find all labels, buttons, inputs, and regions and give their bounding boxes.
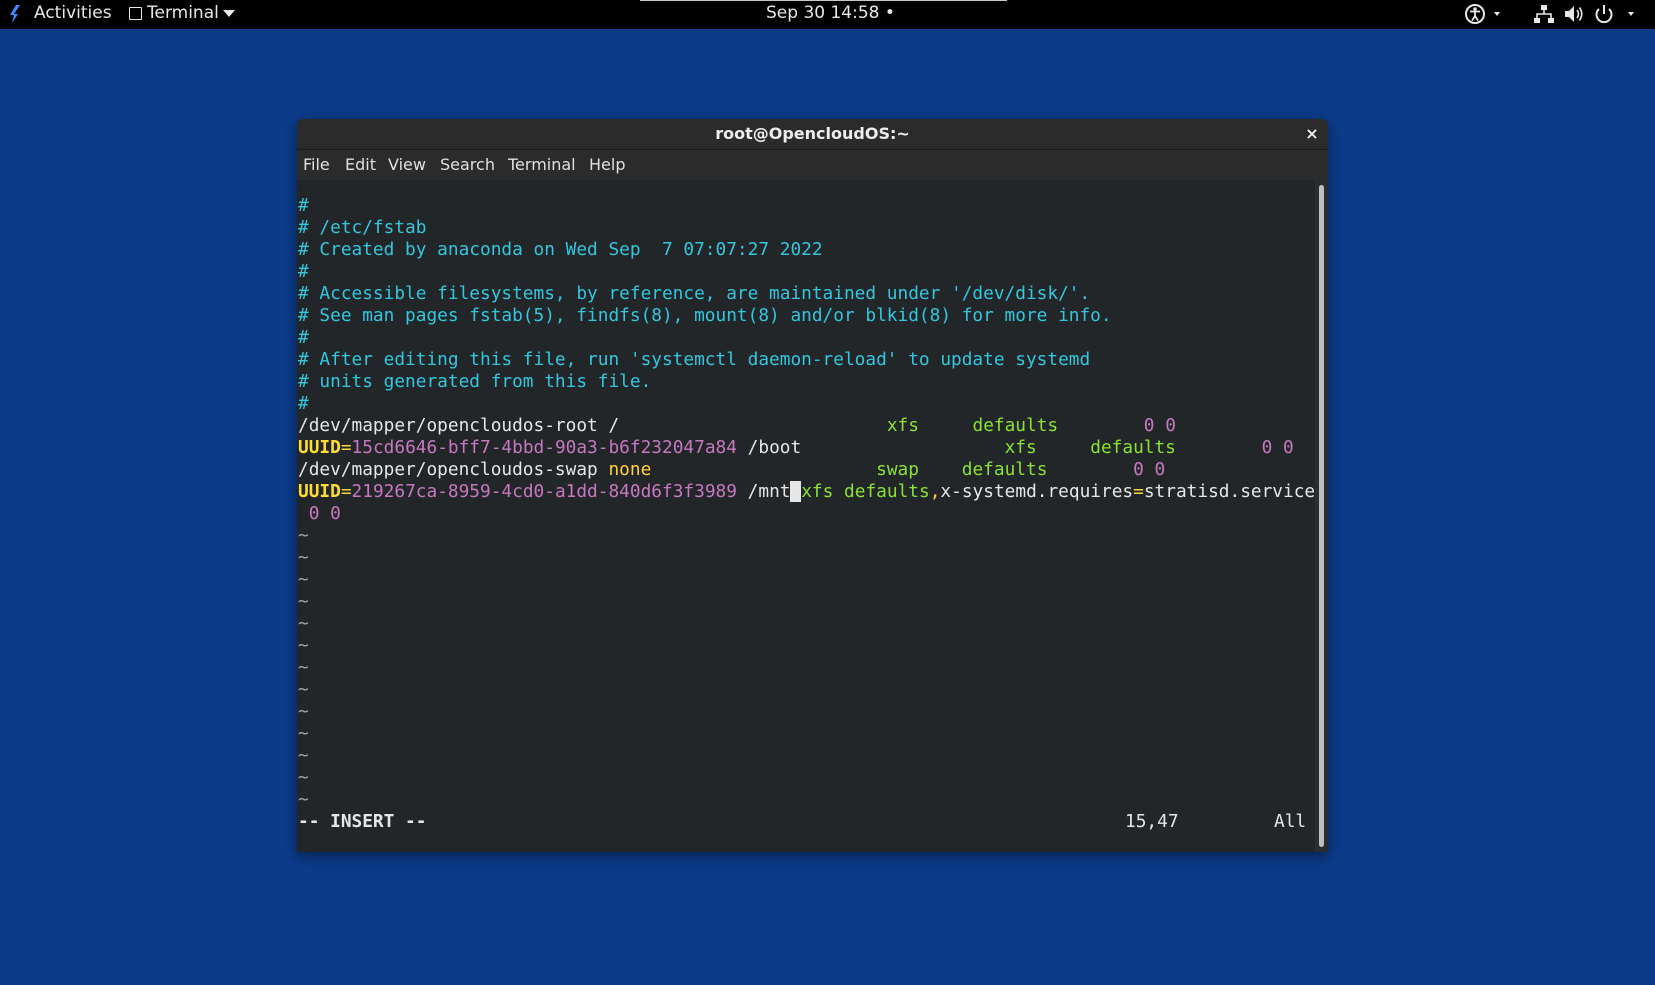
empty-line-tilde: ~ xyxy=(298,635,309,656)
fstab-entry-swap: /dev/mapper/opencloudos-swap none swap d… xyxy=(298,459,1165,481)
dump: 0 xyxy=(1133,459,1144,480)
scroll-indicator: All xyxy=(1274,811,1307,832)
empty-line-tilde: ~ xyxy=(298,657,309,678)
comment-line: # units generated from this file. xyxy=(298,371,652,392)
system-menu[interactable] xyxy=(1593,3,1641,25)
terminal-content[interactable]: # # /etc/fstab # Created by anaconda on … xyxy=(297,180,1315,852)
mount-point: / xyxy=(608,415,620,436)
vim-mode-indicator: -- INSERT -- xyxy=(298,811,427,832)
comment-line: # /etc/fstab xyxy=(298,217,427,238)
pass: 0 xyxy=(1165,415,1176,436)
empty-line-tilde: ~ xyxy=(298,613,309,634)
clock-highlight xyxy=(640,0,1007,1)
fstab-entry-mnt: UUID=219267ca-8959-4cd0-a1dd-840d6f3f398… xyxy=(298,481,1316,502)
chevron-down-icon xyxy=(1494,12,1500,16)
comment-line: # After editing this file, run 'systemct… xyxy=(298,349,1091,370)
mount-options: stratisd.service xyxy=(1143,481,1316,502)
menu-view[interactable]: View xyxy=(388,155,426,174)
mount-point: /boot xyxy=(747,437,802,458)
empty-line-tilde: ~ xyxy=(298,723,309,744)
fs-type: xfs xyxy=(801,481,834,502)
chevron-down-icon xyxy=(1628,12,1634,16)
top-bar: Activities Terminal Sep 30 14:58 • xyxy=(0,0,1655,29)
menu-help[interactable]: Help xyxy=(589,155,625,174)
mount-point: none xyxy=(608,459,652,480)
fstab-entry-mnt-wrap: 0 0 xyxy=(298,503,341,525)
device: /dev/mapper/opencloudos-swap xyxy=(298,459,598,480)
mount-options: defaults xyxy=(1090,437,1176,458)
comment-line: # Created by anaconda on Wed Sep 7 07:07… xyxy=(298,239,823,260)
fs-type: swap xyxy=(876,459,919,480)
pass: 0 xyxy=(1154,459,1166,480)
mount-options: x-systemd.requires xyxy=(940,481,1134,502)
scrollbar-thumb[interactable] xyxy=(1319,185,1324,847)
mount-point: /mnt xyxy=(747,481,791,502)
device: /dev/mapper/opencloudos-root xyxy=(298,415,598,436)
dump: 0 xyxy=(308,503,320,524)
comment-line: # xyxy=(298,393,309,414)
close-button[interactable]: × xyxy=(1304,119,1320,149)
window-title: root@OpencloudOS:~ xyxy=(715,124,910,143)
network-icon[interactable] xyxy=(1533,3,1555,25)
chevron-down-icon xyxy=(222,9,235,17)
pass: 0 xyxy=(330,503,341,524)
accessibility-icon xyxy=(1465,4,1485,24)
activities-icon[interactable] xyxy=(7,3,27,25)
menu-search[interactable]: Search xyxy=(440,155,495,174)
empty-line-tilde: ~ xyxy=(298,591,309,612)
empty-line-tilde: ~ xyxy=(298,569,309,590)
comment-line: # xyxy=(298,327,309,348)
accessibility-menu[interactable] xyxy=(1465,3,1505,25)
uuid-value: 15cd6646-bff7-4bbd-90a3-b6f232047a84 xyxy=(351,437,737,458)
text-cursor xyxy=(790,481,802,502)
empty-line-tilde: ~ xyxy=(298,547,309,568)
comment-line: # Accessible filesystems, by reference, … xyxy=(298,283,1091,304)
empty-line-tilde: ~ xyxy=(298,767,309,788)
mount-options: defaults xyxy=(844,481,930,502)
uuid-value: 219267ca-8959-4cd0-a1dd-840d6f3f3989 xyxy=(351,481,737,502)
mount-options: defaults xyxy=(961,459,1048,480)
mount-options: defaults xyxy=(972,415,1059,436)
comment-line: # xyxy=(298,195,309,216)
fstab-entry-root: /dev/mapper/opencloudos-root / xfs defau… xyxy=(298,415,1176,437)
uuid-key: UUID xyxy=(298,437,341,458)
volume-icon[interactable] xyxy=(1563,3,1585,25)
activities-button[interactable]: Activities xyxy=(34,3,112,23)
empty-line-tilde: ~ xyxy=(298,701,309,722)
terminal-app-icon xyxy=(129,7,142,20)
dump: 0 xyxy=(1143,415,1155,436)
dump: 0 xyxy=(1261,437,1273,458)
menu-terminal[interactable]: Terminal xyxy=(508,155,576,174)
fstab-entry-boot: UUID=15cd6646-bff7-4bbd-90a3-b6f232047a8… xyxy=(298,437,1294,458)
uuid-key: UUID xyxy=(298,481,341,502)
fs-type: xfs xyxy=(1004,437,1037,458)
window-titlebar[interactable]: root@OpencloudOS:~ xyxy=(297,119,1328,150)
menu-bar: File Edit View Search Terminal Help xyxy=(297,150,1328,180)
comment-line: # xyxy=(298,261,309,282)
app-menu-label: Terminal xyxy=(147,3,219,23)
clock-button[interactable]: Sep 30 14:58 • xyxy=(766,3,895,23)
empty-line-tilde: ~ xyxy=(298,745,309,766)
power-icon xyxy=(1595,5,1613,24)
menu-file[interactable]: File xyxy=(303,155,330,174)
terminal-window[interactable]: root@OpencloudOS:~ × File Edit View Sear… xyxy=(297,119,1328,852)
menu-edit[interactable]: Edit xyxy=(345,155,376,174)
pass: 0 xyxy=(1283,437,1294,458)
cursor-position: 15,47 xyxy=(1125,811,1179,832)
empty-line-tilde: ~ xyxy=(298,789,309,810)
empty-line-tilde: ~ xyxy=(298,679,309,700)
fs-type: xfs xyxy=(886,415,919,436)
empty-line-tilde: ~ xyxy=(298,525,309,546)
comment-line: # See man pages fstab(5), findfs(8), mou… xyxy=(298,305,1112,326)
app-menu-button[interactable]: Terminal xyxy=(147,3,235,23)
